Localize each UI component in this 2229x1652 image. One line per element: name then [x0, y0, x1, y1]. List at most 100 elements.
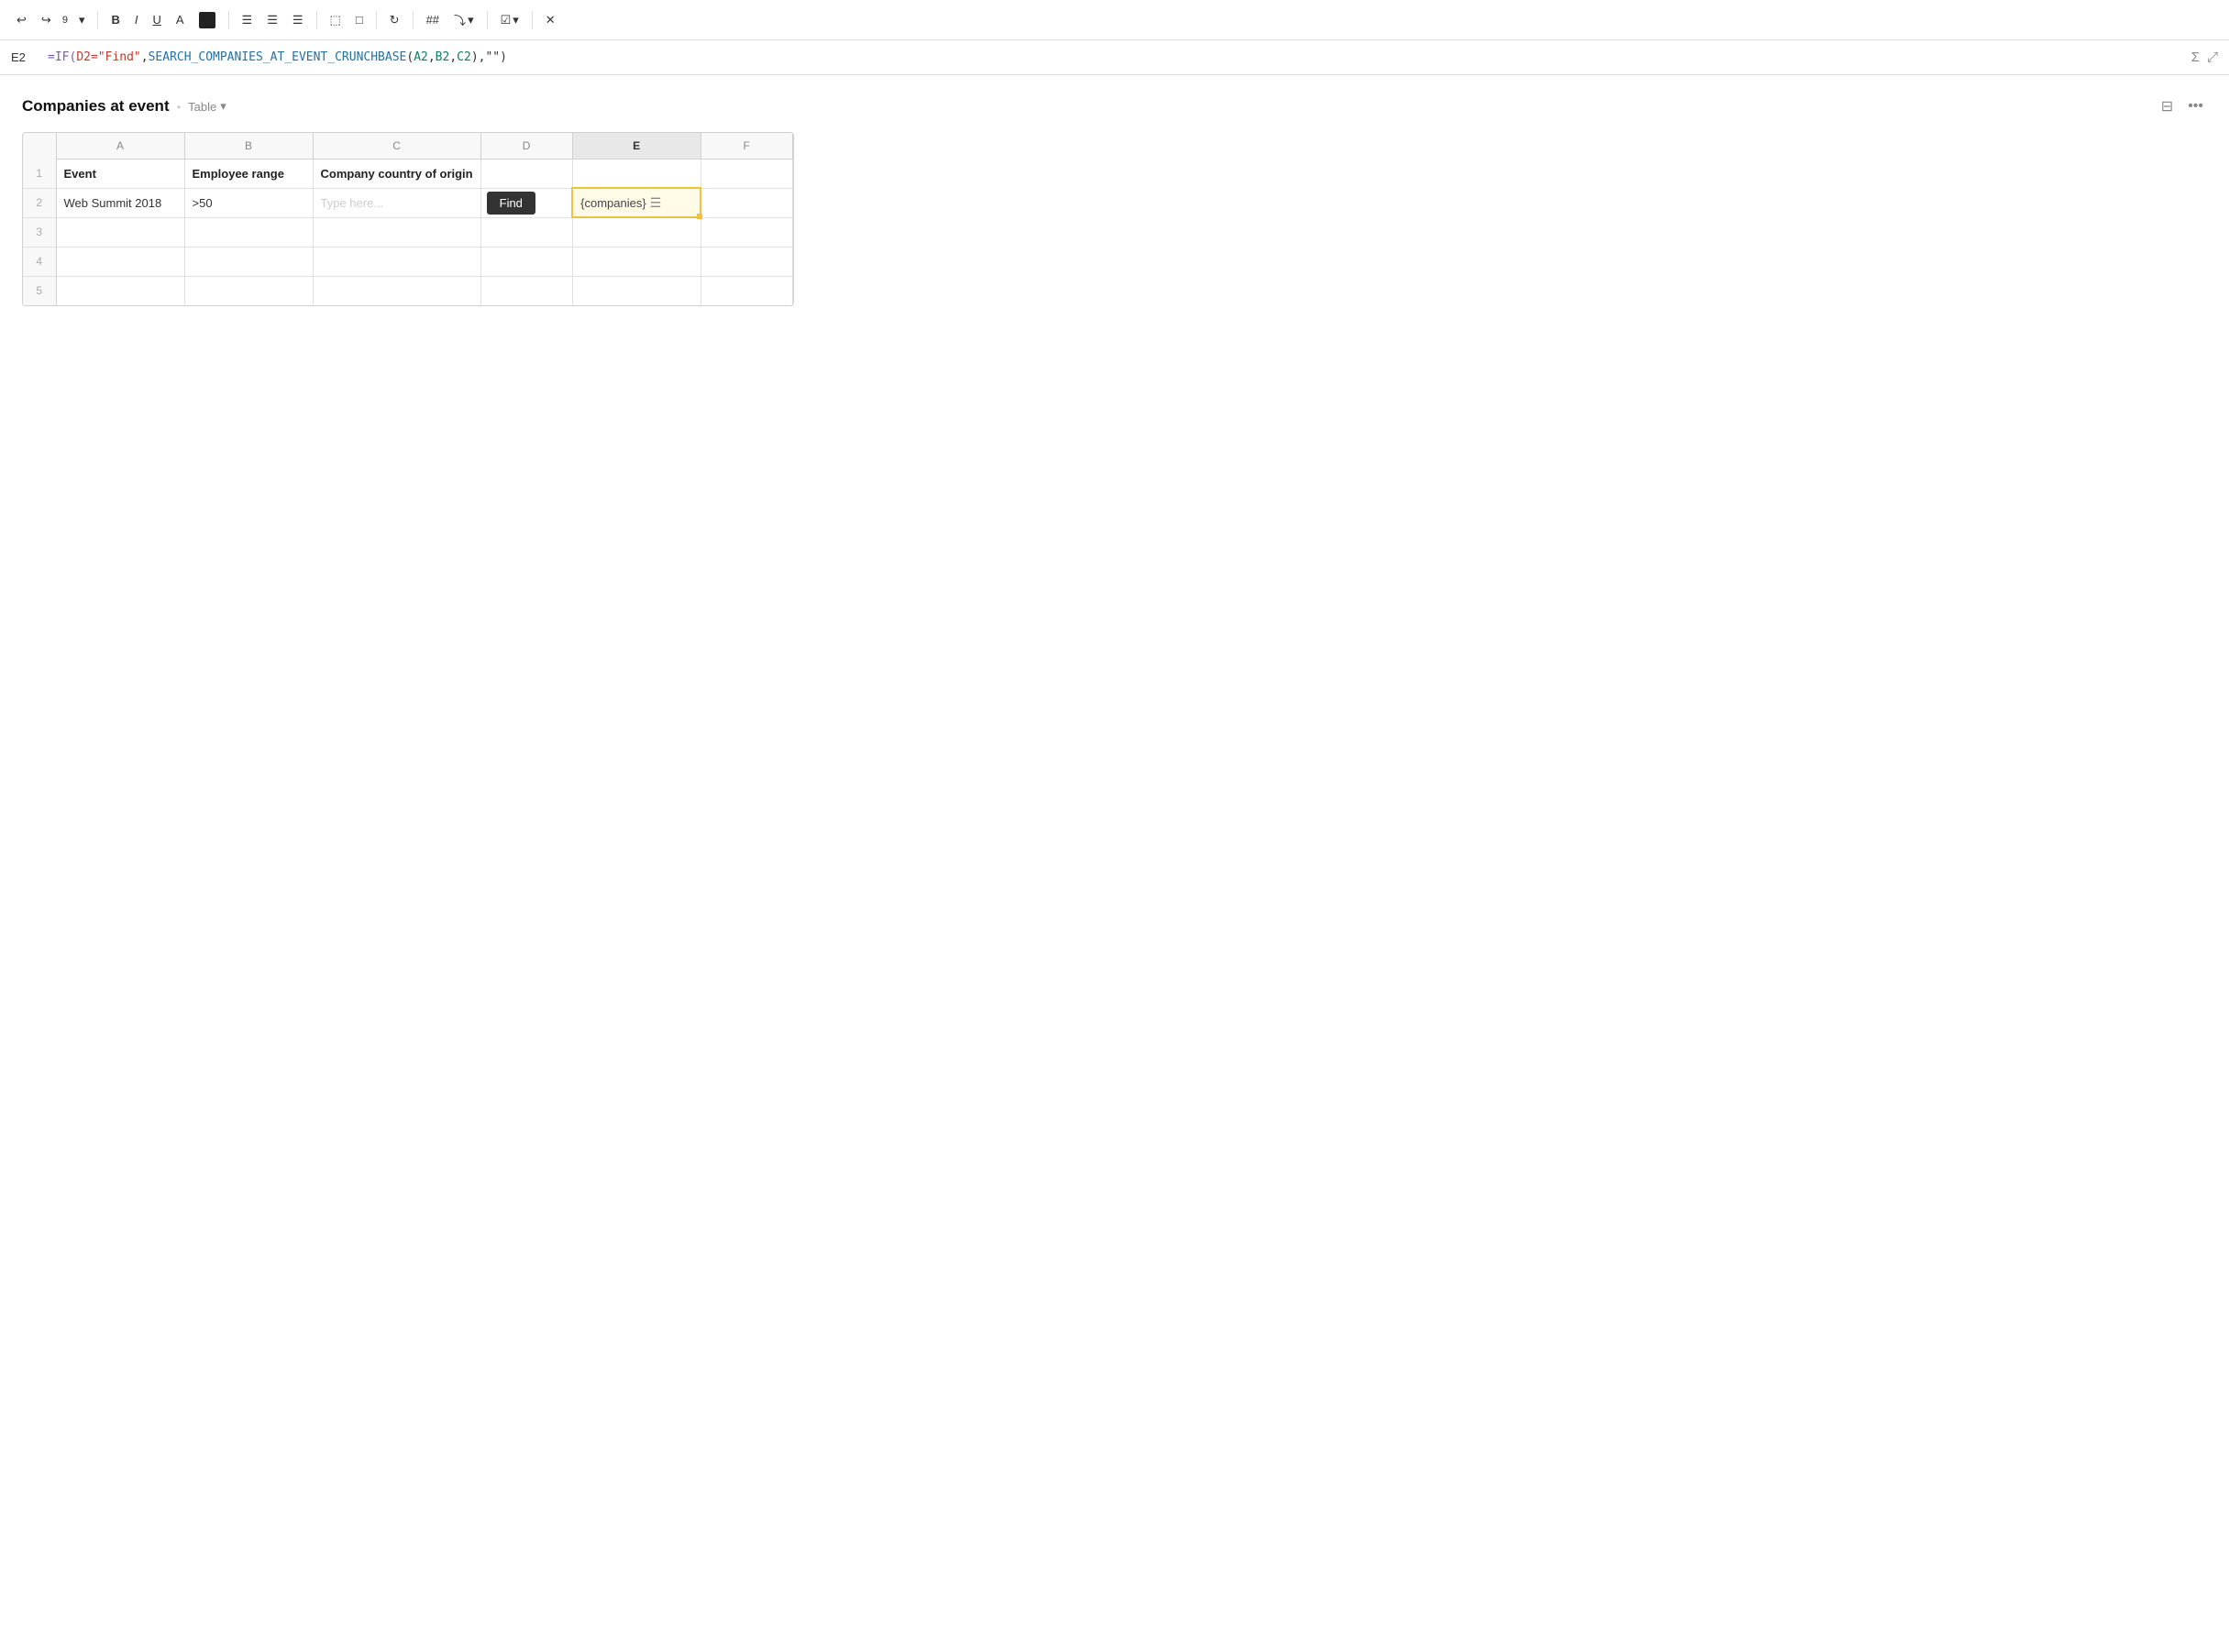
table-row: 1 Event Employee range Company country o… — [23, 159, 792, 188]
cell-d4[interactable] — [480, 247, 572, 276]
redo-button[interactable]: ↪ — [36, 9, 57, 31]
cell-f5[interactable] — [701, 276, 792, 305]
align-center-icon: ☰ — [267, 13, 278, 28]
title-separator-dot: • — [177, 100, 182, 114]
cell-c4[interactable] — [313, 247, 480, 276]
cell-f2[interactable] — [701, 188, 792, 217]
cell-c5[interactable] — [313, 276, 480, 305]
table-row: 2 Web Summit 2018 >50 Type here... Find … — [23, 188, 792, 217]
check-chevron: ▾ — [513, 13, 519, 28]
formula-ref-c2: C2 — [457, 50, 471, 64]
cell-e5[interactable] — [572, 276, 701, 305]
more-options-button[interactable]: ••• — [2184, 94, 2207, 118]
formula-bar: E2 =IF(D2="Find",SEARCH_COMPANIES_AT_EVE… — [0, 40, 2229, 75]
row-num-2: 2 — [23, 188, 56, 217]
hash-icon: ## — [426, 13, 439, 27]
paint-icon: ⬚ — [330, 13, 341, 28]
table-row: 5 — [23, 276, 792, 305]
underline-button[interactable]: U — [147, 9, 166, 30]
cell-c3[interactable] — [313, 217, 480, 247]
cell-b3[interactable] — [184, 217, 313, 247]
separator-1 — [97, 11, 98, 29]
undo-button[interactable]: ↩ — [11, 9, 32, 31]
wrap-button[interactable]: ⤵ ▾ — [448, 7, 480, 32]
corner-cell — [23, 133, 56, 159]
color-button[interactable] — [193, 8, 221, 32]
cell-e2[interactable]: {companies} ☰ — [572, 188, 701, 217]
table-row: 4 — [23, 247, 792, 276]
col-header-e[interactable]: E — [572, 133, 701, 159]
sum-icon[interactable]: Σ — [2191, 50, 2200, 65]
separator-2 — [228, 11, 229, 29]
cell-e3[interactable] — [572, 217, 701, 247]
align-left-button[interactable]: ☰ — [237, 9, 259, 31]
cell-c2[interactable]: Type here... — [313, 188, 480, 217]
formula-c2: , — [449, 50, 457, 64]
col-header-c[interactable]: C — [313, 133, 480, 159]
cell-f3[interactable] — [701, 217, 792, 247]
table-type-chevron: ▾ — [220, 99, 226, 114]
table-type-dropdown[interactable]: Table ▾ — [188, 99, 226, 114]
toolbar: ↩ ↪ 9 ▾ B I U A ☰ ☰ ☰ ⬚ □ ↻ ## ⤵ ▾ ☑ — [0, 0, 2229, 40]
cell-b5[interactable] — [184, 276, 313, 305]
check-button[interactable]: ☑ ▾ — [495, 9, 524, 31]
wrap-icon: ⤵ — [454, 11, 466, 28]
find-button[interactable]: Find — [487, 192, 535, 215]
cell-b2[interactable]: >50 — [184, 188, 313, 217]
formula-comma: , — [141, 50, 149, 64]
filter-button[interactable]: ⊟ — [2157, 94, 2177, 119]
formula-if: =IF( — [48, 50, 76, 64]
font-button[interactable]: A — [171, 9, 190, 30]
row-num-3: 3 — [23, 217, 56, 247]
cell-d2[interactable]: Find — [480, 188, 572, 217]
cell-b1[interactable]: Employee range — [184, 159, 313, 188]
filter-icon: ⊟ — [2161, 99, 2173, 115]
align-center-button[interactable]: ☰ — [261, 9, 283, 31]
data-table: A B C D E F 1 Event Employee range Compa… — [23, 133, 793, 305]
formula-ref-b2: B2 — [436, 50, 450, 64]
companies-badge: {companies} ☰ — [580, 195, 692, 211]
history-dropdown[interactable]: ▾ — [73, 9, 91, 31]
col-header-d[interactable]: D — [480, 133, 572, 159]
row-num-5: 5 — [23, 276, 56, 305]
align-right-button[interactable]: ☰ — [287, 9, 309, 31]
cell-a4[interactable] — [56, 247, 184, 276]
separator-4 — [376, 11, 377, 29]
bold-button[interactable]: B — [105, 9, 125, 30]
hash-button[interactable]: ## — [421, 9, 445, 30]
expand-icon[interactable]: ⤢ — [2207, 50, 2218, 65]
undo-icon: ↩ — [17, 13, 27, 28]
paint-button[interactable]: ⬚ — [325, 9, 347, 31]
cell-f1[interactable] — [701, 159, 792, 188]
border-button[interactable]: □ — [350, 9, 369, 30]
cell-a2[interactable]: Web Summit 2018 — [56, 188, 184, 217]
cell-e4[interactable] — [572, 247, 701, 276]
redo-icon: ↪ — [41, 13, 51, 28]
separator-6 — [487, 11, 488, 29]
cell-a3[interactable] — [56, 217, 184, 247]
cell-d3[interactable] — [480, 217, 572, 247]
spreadsheet: A B C D E F 1 Event Employee range Compa… — [22, 132, 794, 306]
col-header-b[interactable]: B — [184, 133, 313, 159]
cell-a1[interactable]: Event — [56, 159, 184, 188]
cell-b4[interactable] — [184, 247, 313, 276]
more-icon: ••• — [2188, 98, 2203, 114]
cell-c1[interactable]: Company country of origin — [313, 159, 480, 188]
formula-func: SEARCH_COMPANIES_AT_EVENT_CRUNCHBASE — [149, 50, 407, 64]
cell-f4[interactable] — [701, 247, 792, 276]
cell-e1[interactable] — [572, 159, 701, 188]
formula-close: ),"") — [471, 50, 507, 64]
cell-a5[interactable] — [56, 276, 184, 305]
formula-paren: ( — [406, 50, 414, 64]
clear-button[interactable]: ✕ — [540, 9, 561, 31]
cell-d1[interactable] — [480, 159, 572, 188]
table-header: Companies at event • Table ▾ ⊟ ••• — [22, 94, 2207, 119]
col-header-a[interactable]: A — [56, 133, 184, 159]
rotate-button[interactable]: ↻ — [384, 9, 405, 31]
col-header-f[interactable]: F — [701, 133, 792, 159]
cell-d5[interactable] — [480, 276, 572, 305]
formula-ref-a2: A2 — [414, 50, 428, 64]
italic-button[interactable]: I — [129, 9, 144, 30]
formula-c1: , — [428, 50, 436, 64]
check-icon: ☑ — [501, 13, 512, 28]
